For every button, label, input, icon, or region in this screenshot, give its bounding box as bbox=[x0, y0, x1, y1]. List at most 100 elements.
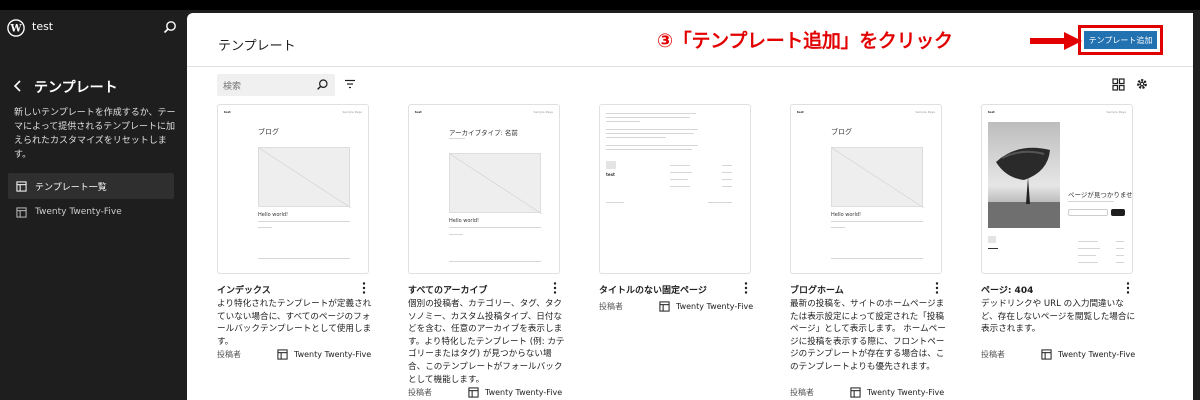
preview-text-line bbox=[1078, 241, 1098, 242]
preview-text-line bbox=[722, 172, 732, 173]
preview-text-line bbox=[670, 172, 692, 173]
template-card[interactable]: test Sample Page ブログ Hello world! ブログホーム… bbox=[790, 104, 946, 400]
preview-image-placeholder bbox=[258, 147, 352, 209]
preview-logo bbox=[988, 236, 996, 243]
preview-text-line bbox=[1116, 262, 1124, 263]
author-label: 投稿者 bbox=[599, 302, 623, 311]
site-name[interactable]: test bbox=[32, 20, 53, 33]
preview-text-line bbox=[670, 186, 690, 187]
layout-icon bbox=[277, 349, 288, 360]
preview-post-title: Hello world! bbox=[831, 212, 862, 218]
search-input[interactable] bbox=[217, 76, 307, 98]
more-options-icon[interactable] bbox=[1123, 281, 1133, 295]
preview-nav: Sample Page bbox=[915, 110, 935, 114]
layout-icon bbox=[468, 387, 479, 398]
preview-text-line bbox=[670, 179, 688, 180]
preview-text-line bbox=[258, 258, 350, 259]
template-title[interactable]: すべてのアーカイブ bbox=[408, 283, 487, 296]
preview-text-line bbox=[606, 117, 690, 118]
sidebar-description: 新しいテンプレートを作成するか、テーマによって提供されるテンプレートに加えられた… bbox=[14, 108, 176, 160]
template-title[interactable]: ブログホーム bbox=[790, 283, 844, 296]
preview-post-title: Hello world! bbox=[258, 212, 289, 218]
sidebar: W test テンプレート 新しいテンプレートを作成するか、テーマによって提供さ… bbox=[0, 10, 187, 400]
preview-text-line bbox=[1068, 201, 1114, 202]
template-title[interactable]: インデックス bbox=[217, 283, 271, 296]
template-meta: 投稿者 Twenty Twenty-Five bbox=[981, 349, 1135, 360]
layout-icon bbox=[659, 301, 670, 312]
theme-name: Twenty Twenty-Five bbox=[1058, 350, 1136, 359]
gear-icon[interactable] bbox=[1135, 77, 1149, 91]
search-icon[interactable] bbox=[162, 19, 178, 35]
template-title[interactable]: ページ: 404 bbox=[981, 283, 1033, 296]
preview-text-line bbox=[449, 138, 465, 139]
preview-image-placeholder bbox=[449, 153, 543, 215]
layout-icon bbox=[16, 180, 27, 192]
layout-icon bbox=[850, 387, 861, 398]
preview-search-field bbox=[1068, 209, 1108, 216]
preview-nav: Sample Page bbox=[342, 110, 362, 114]
author-label: 投稿者 bbox=[790, 388, 814, 397]
page-title: テンプレート bbox=[218, 39, 296, 54]
preview-text-line bbox=[708, 202, 732, 203]
preview-text-line bbox=[606, 137, 666, 138]
author-label: 投稿者 bbox=[408, 388, 432, 397]
preview-text-line bbox=[1116, 241, 1124, 242]
preview-text-line bbox=[606, 121, 640, 122]
template-card[interactable]: test Sample Page アーカイブタイプ: 名前 Hello worl… bbox=[408, 104, 565, 400]
wordpress-logo-icon[interactable]: W bbox=[7, 19, 25, 37]
add-template-button[interactable]: テンプレート追加 bbox=[1084, 31, 1157, 49]
sidebar-item-theme[interactable]: Twenty Twenty-Five bbox=[8, 199, 174, 225]
theme-info: Twenty Twenty-Five bbox=[277, 349, 371, 360]
preview-text-line bbox=[1078, 248, 1100, 249]
preview-image-placeholder bbox=[831, 147, 925, 209]
template-preview[interactable]: test Sample Page ページが見つかりません bbox=[981, 104, 1133, 274]
template-description: 個別の投稿者、カテゴリー、タグ、タクソノミー、カスタム投稿タイプ、日付などを含む… bbox=[408, 299, 565, 385]
annotation-text: ③「テンプレート追加」をクリック bbox=[657, 30, 953, 52]
template-preview[interactable]: test Sample Page アーカイブタイプ: 名前 Hello worl… bbox=[408, 104, 560, 274]
preview-text-line bbox=[606, 133, 694, 134]
preview-text-line bbox=[1078, 262, 1098, 263]
author-label: 投稿者 bbox=[981, 350, 1005, 359]
more-options-icon[interactable] bbox=[932, 281, 942, 295]
filter-icon[interactable] bbox=[344, 78, 356, 90]
theme-name: Twenty Twenty-Five bbox=[676, 302, 754, 311]
search-field[interactable] bbox=[217, 74, 335, 98]
preview-text-line bbox=[1078, 255, 1096, 256]
preview-site-name: test bbox=[606, 172, 615, 177]
template-title[interactable]: タイトルのない固定ページ bbox=[599, 283, 707, 296]
preview-text-line bbox=[449, 261, 541, 262]
template-card[interactable]: test Sample Page ブログ Hello world! インデックス… bbox=[217, 104, 371, 400]
preview-logo bbox=[606, 161, 616, 169]
search-icon[interactable] bbox=[316, 78, 329, 91]
more-options-icon[interactable] bbox=[359, 281, 369, 295]
preview-text-line bbox=[606, 129, 698, 130]
arrow-right-icon bbox=[1030, 32, 1082, 50]
preview-text-line bbox=[831, 221, 923, 222]
sidebar-item-all-templates[interactable]: テンプレート一覧 bbox=[8, 173, 174, 199]
preview-text-line bbox=[606, 149, 692, 150]
preview-text-line bbox=[722, 165, 732, 166]
template-meta: 投稿者 Twenty Twenty-Five bbox=[790, 387, 944, 398]
theme-info: Twenty Twenty-Five bbox=[1041, 349, 1135, 360]
template-card[interactable]: test Sample Page ページが見つかりません ページ: 404 デッ… bbox=[981, 104, 1135, 400]
preview-site-name: test bbox=[224, 110, 231, 114]
sidebar-title: テンプレート bbox=[34, 80, 118, 96]
preview-nav: Sample Page bbox=[1106, 110, 1126, 114]
preview-post-title: Hello world! bbox=[449, 218, 480, 224]
more-options-icon[interactable] bbox=[550, 281, 560, 295]
grid-view-icon[interactable] bbox=[1112, 78, 1125, 91]
preview-text-line bbox=[258, 227, 272, 228]
theme-info: Twenty Twenty-Five bbox=[468, 387, 562, 398]
template-meta: 投稿者 Twenty Twenty-Five bbox=[599, 301, 753, 312]
template-preview[interactable]: test Sample Page ブログ Hello world! bbox=[790, 104, 942, 274]
sidebar-nav: テンプレート一覧 Twenty Twenty-Five bbox=[8, 173, 174, 225]
preview-text-line bbox=[606, 145, 698, 146]
template-preview[interactable]: test bbox=[599, 104, 751, 274]
template-card[interactable]: test タイトルのない固定ページ 投稿者 Twenty Twenty-Five bbox=[599, 104, 753, 400]
template-preview[interactable]: test Sample Page ブログ Hello world! bbox=[217, 104, 369, 274]
preview-nav: Sample Page bbox=[533, 110, 553, 114]
header-divider bbox=[187, 66, 1193, 67]
chevron-left-icon[interactable] bbox=[10, 78, 26, 94]
more-options-icon[interactable] bbox=[741, 281, 751, 295]
template-grid: test Sample Page ブログ Hello world! インデックス… bbox=[217, 104, 1167, 400]
